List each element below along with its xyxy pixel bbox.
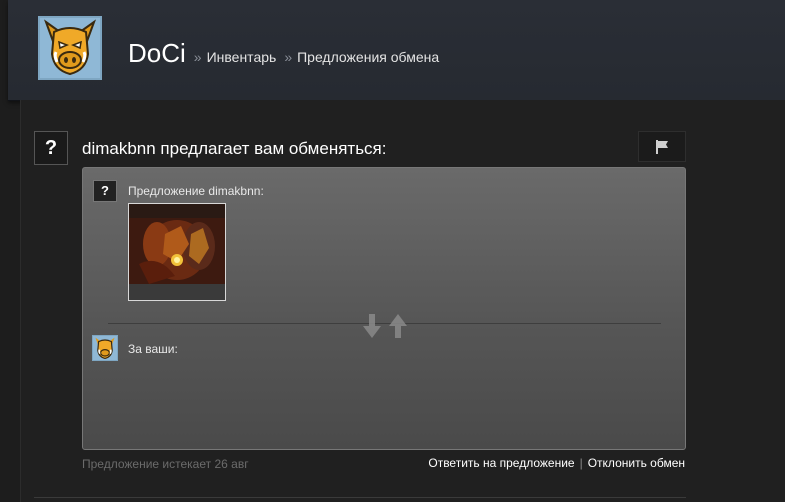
divider [20,100,21,502]
their-items-label: Предложение dimakbnn: [128,184,264,198]
respond-to-offer-link[interactable]: Ответить на предложение [428,456,574,470]
persona-name-link[interactable]: DoCi [128,38,186,69]
trade-offer-heading: dimakbnn предлагает вам обменяться: [82,139,387,158]
partner-avatar[interactable]: ? [34,131,68,165]
breadcrumb-separator: » [193,49,202,65]
breadcrumb-trade-offers-link[interactable]: Предложения обмена [297,49,439,65]
swap-arrows-icon [353,312,417,340]
boar-icon [93,336,117,360]
boar-icon [40,18,100,78]
item-artwork-icon [129,204,225,300]
action-separator: | [579,456,583,470]
divider [34,497,686,498]
offer-actions: Ответить на предложение | Отклонить обме… [428,456,685,470]
your-items-label: За ваши: [128,342,178,356]
flag-icon [656,139,668,154]
decline-trade-link[interactable]: Отклонить обмен [588,456,685,470]
offer-expiry-text: Предложение истекает 26 авг [82,457,249,471]
breadcrumb: DoCi » Инвентарь » Предложения обмена [128,38,439,69]
trade-offer-box: ? Предложение dimakbnn: За ваши: [82,167,686,450]
breadcrumb-inventory-link[interactable]: Инвентарь [207,49,277,65]
user-avatar[interactable] [38,16,102,80]
trade-item[interactable] [128,203,226,301]
partner-avatar-small[interactable]: ? [93,180,117,202]
report-flag-button[interactable] [638,131,686,162]
profile-header: DoCi » Инвентарь » Предложения обмена [8,0,785,101]
breadcrumb-separator: » [284,49,293,65]
user-avatar-small[interactable] [92,335,118,361]
